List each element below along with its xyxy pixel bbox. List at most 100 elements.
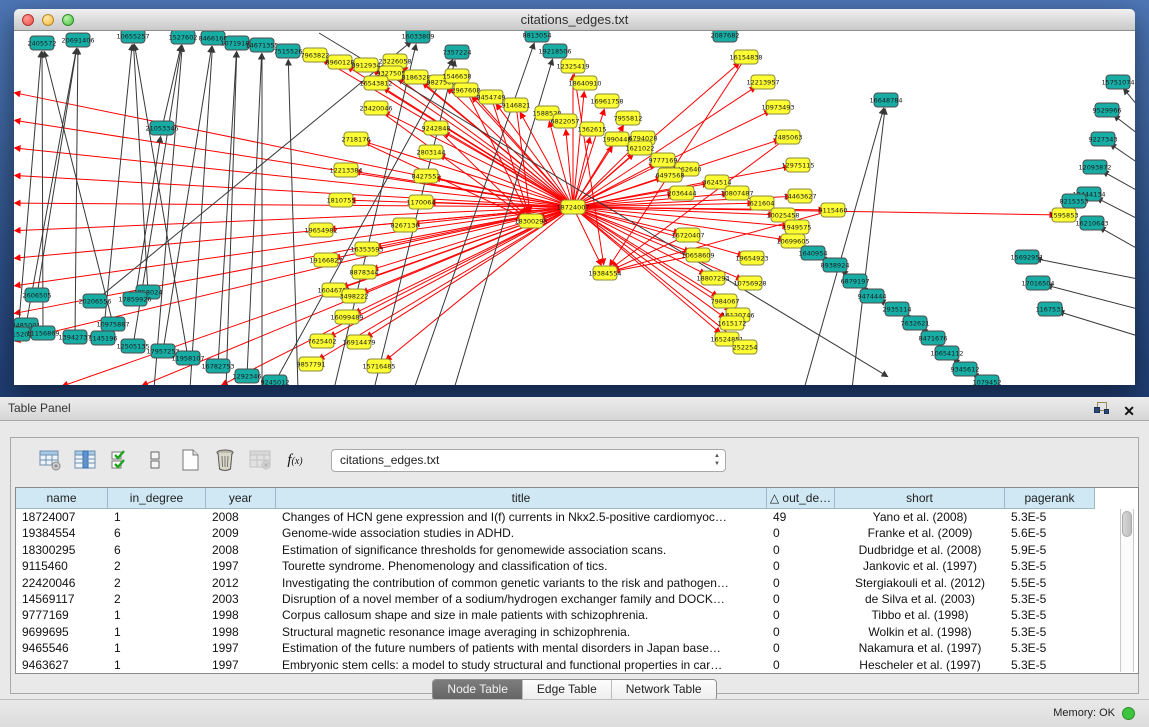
network-node[interactable]: 10655257 xyxy=(116,31,149,43)
network-node[interactable]: 2036444 xyxy=(668,186,697,200)
table-selector-dropdown[interactable]: citations_edges.txt ▲▼ xyxy=(331,449,726,472)
network-node[interactable]: 16720407 xyxy=(671,228,704,242)
select-all-icon[interactable] xyxy=(107,447,133,473)
network-node[interactable]: 3498222 xyxy=(340,289,369,303)
table-row[interactable]: 1938455462009Genome-wide association stu… xyxy=(16,525,1138,541)
column-header-name[interactable]: name xyxy=(16,488,108,509)
network-node[interactable]: 12213957 xyxy=(746,75,779,89)
network-node[interactable]: 7357224 xyxy=(443,45,472,59)
network-node[interactable]: 9146821 xyxy=(502,98,531,112)
network-node[interactable]: 9227343 xyxy=(1089,132,1118,146)
network-node[interactable]: 8938924 xyxy=(821,258,850,272)
network-node[interactable]: 16782753 xyxy=(201,359,234,373)
minimize-window-button[interactable] xyxy=(42,14,54,26)
network-node[interactable]: 9115460 xyxy=(819,203,848,217)
network-node[interactable]: 11958107 xyxy=(171,351,204,365)
toggle-rows-icon[interactable] xyxy=(142,447,168,473)
network-node[interactable]: 2606505 xyxy=(23,288,52,302)
network-node[interactable]: 1546638 xyxy=(443,69,472,83)
table-row[interactable]: 1830029562008Estimation of significance … xyxy=(16,542,1138,558)
network-node[interactable]: 18300295 xyxy=(514,214,547,228)
network-node[interactable]: 16210643 xyxy=(1075,216,1108,230)
network-node[interactable]: 12325419 xyxy=(556,59,589,73)
network-node[interactable]: 9474444 xyxy=(858,289,887,303)
network-node[interactable]: 10756928 xyxy=(733,276,766,290)
network-node[interactable]: 2803144 xyxy=(417,145,446,159)
table-row[interactable]: 2242004622012Investigating the contribut… xyxy=(16,575,1138,591)
network-node[interactable]: 7632621 xyxy=(901,316,930,330)
network-node[interactable]: 19166827 xyxy=(309,253,342,267)
network-node[interactable]: 16099489 xyxy=(330,310,363,324)
column-header-out_degree[interactable]: △ out_de… xyxy=(767,488,835,509)
network-node[interactable]: 1640954 xyxy=(799,246,828,260)
network-node[interactable]: 16648784 xyxy=(869,93,902,107)
tab-network-table[interactable]: Network Table xyxy=(611,680,716,700)
network-node[interactable]: 9242848 xyxy=(422,121,451,135)
column-header-pagerank[interactable]: pagerank xyxy=(1005,488,1095,509)
zoom-window-button[interactable] xyxy=(62,14,74,26)
network-node[interactable]: 16914479 xyxy=(342,335,375,349)
network-node[interactable]: 6497568 xyxy=(656,168,685,182)
network-node[interactable]: 1079452 xyxy=(973,375,1002,385)
network-view[interactable]: 1872400718300295193845547963822896012889… xyxy=(14,31,1135,385)
tab-node-table[interactable]: Node Table xyxy=(433,680,522,700)
network-node[interactable]: 2405572 xyxy=(28,36,57,50)
float-window-icon[interactable] xyxy=(1094,401,1109,420)
network-node[interactable]: 13942737 xyxy=(58,330,91,344)
network-node[interactable]: 20691406 xyxy=(61,33,94,47)
network-canvas-svg[interactable]: 1872400718300295193845547963822896012889… xyxy=(14,31,1135,385)
network-node[interactable]: 9345612 xyxy=(951,362,980,376)
table-row[interactable]: 911546021997Tourette syndrome. Phenomeno… xyxy=(16,558,1138,574)
table-row[interactable]: 977716911998Corpus callosum shape and si… xyxy=(16,607,1138,623)
network-node[interactable]: 15716485 xyxy=(362,359,395,373)
network-node[interactable]: 7625402 xyxy=(308,334,337,348)
network-node[interactable]: 1145196 xyxy=(89,331,118,345)
scrollbar-thumb[interactable] xyxy=(1122,511,1132,537)
network-node[interactable]: 8878344 xyxy=(350,265,379,279)
network-node[interactable]: 2087682 xyxy=(711,31,740,42)
close-window-button[interactable] xyxy=(22,14,34,26)
column-header-year[interactable]: year xyxy=(206,488,276,509)
create-column-icon[interactable] xyxy=(177,447,203,473)
network-node[interactable]: 1595853 xyxy=(1050,208,1079,222)
network-node[interactable]: 14463627 xyxy=(783,189,816,203)
network-node[interactable]: 1615172 xyxy=(718,316,747,330)
network-node[interactable]: 12093872 xyxy=(1078,160,1111,174)
network-node[interactable]: 252254 xyxy=(733,340,758,354)
network-node[interactable]: 11156869 xyxy=(26,326,59,340)
table-row[interactable]: 1872400712008Changes of HCN gene express… xyxy=(16,509,1138,525)
network-node[interactable]: 15692951 xyxy=(1010,250,1043,264)
table-row[interactable]: 946554611997Estimation of the future num… xyxy=(16,640,1138,656)
column-header-title[interactable]: title xyxy=(276,488,767,509)
window-title-bar[interactable]: citations_edges.txt xyxy=(14,9,1135,31)
network-node[interactable]: 9245012 xyxy=(261,375,290,385)
network-node[interactable]: 18807293 xyxy=(696,271,729,285)
network-node[interactable]: 10654112 xyxy=(930,346,963,360)
network-node[interactable]: 7984067 xyxy=(711,294,740,308)
network-node[interactable]: 16961758 xyxy=(590,94,623,108)
network-node[interactable]: 8267130 xyxy=(391,218,420,232)
network-node[interactable]: 1621022 xyxy=(626,141,655,155)
tab-edge-table[interactable]: Edge Table xyxy=(522,680,611,700)
network-node[interactable]: 17016504 xyxy=(1021,276,1054,290)
network-node[interactable]: 7485063 xyxy=(774,130,803,144)
network-node[interactable]: 9529966 xyxy=(1093,103,1122,117)
network-node[interactable]: 9857791 xyxy=(297,357,326,371)
network-node[interactable]: 16543812 xyxy=(359,76,392,90)
network-node[interactable]: 16033809 xyxy=(401,31,434,43)
table-row[interactable]: 969969511998Structural magnetic resonanc… xyxy=(16,624,1138,640)
network-node[interactable]: 7955812 xyxy=(614,111,643,125)
table-row[interactable]: 1456911722003Disruption of a novel membe… xyxy=(16,591,1138,607)
network-node[interactable]: 2718176 xyxy=(342,132,371,146)
column-header-short[interactable]: short xyxy=(835,488,1005,509)
network-node[interactable]: 15751074 xyxy=(1101,75,1134,89)
network-node[interactable]: 19654923 xyxy=(735,251,768,265)
network-node[interactable]: 10975887 xyxy=(96,317,129,331)
network-node[interactable]: 23420046 xyxy=(359,101,392,115)
network-node[interactable]: 8813054 xyxy=(523,31,552,42)
network-node[interactable]: 8960128 xyxy=(326,55,355,69)
network-node[interactable]: 7515526 xyxy=(274,44,303,58)
network-node[interactable]: 20206556 xyxy=(78,294,111,308)
network-node[interactable]: 10658609 xyxy=(681,248,714,262)
network-node[interactable]: 18724007 xyxy=(556,200,589,214)
